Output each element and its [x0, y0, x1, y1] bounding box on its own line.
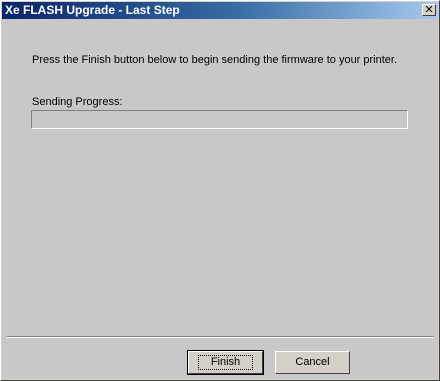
dialog-window: Xe FLASH Upgrade - Last Step ✕ Press the…	[0, 0, 440, 381]
sending-progress-bar	[31, 110, 408, 129]
finish-button-label: Finish	[197, 355, 254, 370]
finish-button[interactable]: Finish	[187, 350, 264, 375]
close-icon: ✕	[424, 3, 434, 16]
dialog-content: Press the Finish button below to begin s…	[2, 19, 438, 379]
separator	[7, 336, 433, 338]
close-button[interactable]: ✕	[422, 4, 436, 16]
instruction-text: Press the Finish button below to begin s…	[32, 54, 398, 66]
title-bar[interactable]: Xe FLASH Upgrade - Last Step ✕	[2, 2, 438, 19]
window-title: Xe FLASH Upgrade - Last Step	[5, 3, 180, 17]
cancel-button[interactable]: Cancel	[275, 351, 350, 374]
progress-label: Sending Progress:	[32, 96, 123, 108]
